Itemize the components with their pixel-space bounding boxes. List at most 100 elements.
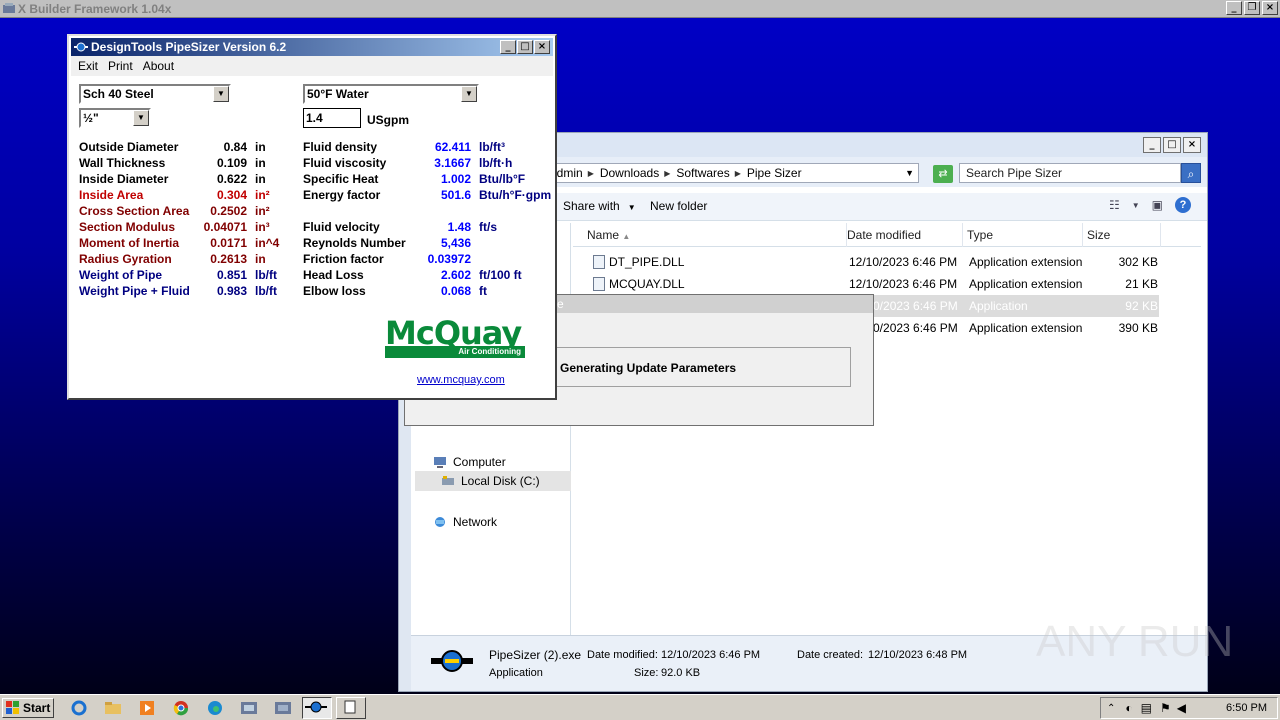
tray-flag-icon[interactable]: ⚑ <box>1160 701 1171 715</box>
pipesizer-title-icon <box>74 42 88 52</box>
pipe-type-select[interactable]: Sch 40 Steel ▼ <box>79 84 231 104</box>
search-input[interactable]: Search Pipe Sizer <box>959 163 1181 183</box>
tray-network-icon[interactable]: ▤ <box>1141 701 1152 715</box>
file-type: Application extension <box>969 321 1083 335</box>
pipesizer-close-button[interactable]: × <box>534 40 550 54</box>
file-name: MCQUAY.DLL <box>609 277 685 291</box>
share-with-button[interactable]: Share with ▼ <box>563 199 636 213</box>
fluid-prop-value: 0.068 <box>440 284 471 298</box>
file-row[interactable]: MCQUAY.DLL 12/10/2023 6:46 PM Applicatio… <box>573 273 1159 295</box>
column-headers: Name ▲ Date modified Type Size <box>573 223 1201 247</box>
pipesizer-icon <box>431 650 473 672</box>
nav-local-disk[interactable]: Local Disk (C:) <box>415 471 571 491</box>
folder-icon[interactable] <box>102 699 124 717</box>
pipe-prop-unit: in <box>255 156 266 170</box>
flow-input[interactable]: 1.4 <box>303 108 361 128</box>
mcquay-link[interactable]: www.mcquay.com <box>417 374 505 386</box>
refresh-icon[interactable]: ⇄ <box>933 165 953 183</box>
fluid-prop-value: 501.6 <box>440 188 471 202</box>
view-dropdown-icon[interactable]: ▼ <box>1132 201 1140 210</box>
col-name[interactable]: Name ▲ <box>581 223 847 247</box>
explorer-maximize-button[interactable]: □ <box>1163 137 1181 153</box>
tray-expand-icon[interactable]: ⌃ <box>1107 703 1115 714</box>
details-filename: PipeSizer (2).exe <box>489 648 582 662</box>
pipesizer-task-button[interactable] <box>302 697 332 719</box>
clock[interactable]: 6:50 PM <box>1226 702 1267 714</box>
chevron-down-icon[interactable]: ▼ <box>213 86 229 102</box>
flow-unit: USgpm <box>367 113 409 127</box>
help-icon[interactable]: ? <box>1175 197 1191 213</box>
address-bar[interactable]: admin ▶ Downloads ▶ Softwares ▶ Pipe Sizer … <box>549 163 919 183</box>
fluid-prop-unit: Btu/lb°F <box>479 172 526 186</box>
pipe-prop-value: 0.2613 <box>210 252 247 266</box>
pipe-prop-label: Moment of Inertia <box>79 236 180 250</box>
breadcrumb-softwares[interactable]: Softwares ▶ <box>676 166 741 180</box>
address-dropdown-icon[interactable]: ▼ <box>905 168 914 178</box>
fluid-prop-unit: ft/100 ft <box>479 268 522 282</box>
nav-computer[interactable]: Computer <box>433 455 506 469</box>
menu-print[interactable]: Print <box>108 59 133 73</box>
fluid-prop-label: Friction factor <box>303 252 384 266</box>
fluid-prop-label: Reynolds Number <box>303 236 406 250</box>
col-type[interactable]: Type <box>961 223 1083 247</box>
pipe-prop-label: Inside Diameter <box>79 172 169 186</box>
explorer-close-button[interactable]: × <box>1183 137 1201 153</box>
pipesizer-maximize-button[interactable]: □ <box>517 40 533 54</box>
app-icon <box>3 2 15 13</box>
xbuilder-titlebar: X Builder Framework 1.04x _ ❐ × <box>0 0 1280 18</box>
file-type: Application extension <box>969 277 1083 291</box>
col-date-modified[interactable]: Date modified <box>841 223 963 247</box>
pipe-prop-unit: lb/ft <box>255 284 277 298</box>
fluid-select[interactable]: 50°F Water ▼ <box>303 84 479 104</box>
view-options-icon[interactable]: ☷ <box>1109 198 1120 212</box>
media-player-icon[interactable] <box>136 699 158 717</box>
preview-pane-icon[interactable]: ▣ <box>1152 198 1163 212</box>
pipesizer-minimize-button[interactable]: _ <box>500 40 516 54</box>
file-size: 21 KB <box>1125 277 1158 291</box>
pipe-prop-label: Outside Diameter <box>79 140 179 154</box>
menu-about[interactable]: About <box>143 59 174 73</box>
minimize-button[interactable]: _ <box>1226 1 1242 15</box>
search-icon[interactable]: ⌕ <box>1181 163 1201 183</box>
pipe-prop-unit: lb/ft <box>255 268 277 282</box>
start-button[interactable]: Start <box>2 698 54 718</box>
breadcrumb-pipe-sizer[interactable]: Pipe Sizer <box>747 166 802 180</box>
col-size[interactable]: Size <box>1081 223 1161 247</box>
explorer-minimize-button[interactable]: _ <box>1143 137 1161 153</box>
fluid-prop-value: 1.002 <box>440 172 471 186</box>
network-tool-icon[interactable] <box>238 699 260 717</box>
file-date: 12/10/2023 6:46 PM <box>849 277 958 291</box>
details-size-label: Size: <box>634 667 659 679</box>
tray-volume-icon[interactable]: ◀ <box>1177 701 1186 715</box>
menu-exit[interactable]: Exit <box>78 59 98 73</box>
pipe-prop-label: Weight Pipe + Fluid <box>79 284 190 298</box>
new-folder-button[interactable]: New folder <box>650 199 707 213</box>
nav-network[interactable]: Network <box>433 515 497 529</box>
file-date: /10/2023 6:46 PM <box>863 299 958 313</box>
pipe-prop-value: 0.0171 <box>210 236 247 250</box>
chevron-down-icon[interactable]: ▼ <box>133 110 149 126</box>
menu-bar: Exit Print About <box>71 56 553 76</box>
breadcrumb-downloads[interactable]: Downloads ▶ <box>600 166 671 180</box>
edge-icon[interactable] <box>204 699 226 717</box>
tray-security-icon[interactable]: ◐ <box>1125 701 1132 715</box>
taskbar: Start ⌃ ◐ ▤ ⚑ ◀ 6:50 PM <box>0 694 1280 720</box>
fluid-prop-value: 2.602 <box>440 268 471 282</box>
pipe-prop-value: 0.109 <box>216 156 247 170</box>
ie-icon[interactable] <box>68 699 90 717</box>
dll-file-icon <box>593 277 605 291</box>
file-row[interactable]: DT_PIPE.DLL 12/10/2023 6:46 PM Applicati… <box>573 251 1159 273</box>
chevron-down-icon[interactable]: ▼ <box>461 86 477 102</box>
file-date: /10/2023 6:46 PM <box>863 321 958 335</box>
chrome-icon[interactable] <box>170 699 192 717</box>
restore-button[interactable]: ❐ <box>1244 1 1260 15</box>
fluid-prop-label: Fluid viscosity <box>303 156 387 170</box>
file-name: DT_PIPE.DLL <box>609 255 685 269</box>
close-button[interactable]: × <box>1262 1 1278 15</box>
disk-icon <box>442 476 454 485</box>
pipe-size-select[interactable]: ½" ▼ <box>79 108 151 128</box>
pipe-prop-label: Inside Area <box>79 188 144 202</box>
explorer-task-button[interactable] <box>336 697 366 719</box>
xbuilder-task-icon[interactable] <box>272 699 294 717</box>
fluid-prop-label: Energy factor <box>303 188 381 202</box>
